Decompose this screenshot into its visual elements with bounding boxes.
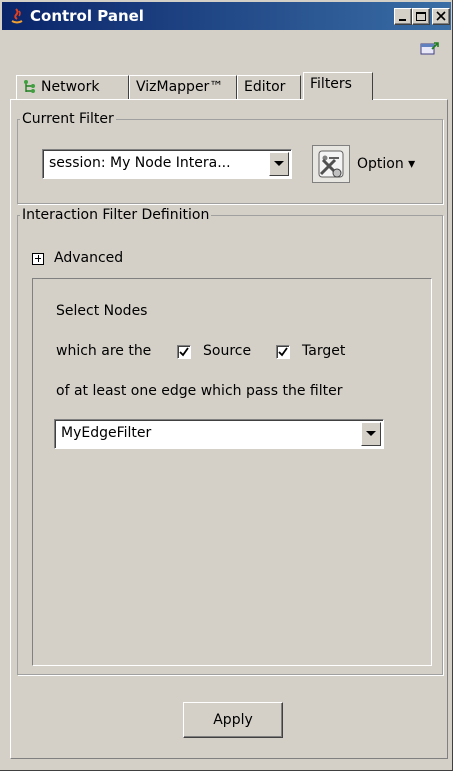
expand-plus-icon[interactable] <box>32 253 44 265</box>
control-panel-window: Control Panel Network VizMapper™ Editor … <box>0 0 453 771</box>
title-bar[interactable]: Control Panel <box>2 2 451 30</box>
minimize-button[interactable] <box>394 8 412 25</box>
tab-network-label: Network <box>41 79 100 95</box>
tab-vizmapper[interactable]: VizMapper™ <box>129 75 237 99</box>
edge-filter-select[interactable]: MyEdgeFilter <box>54 419 384 449</box>
tab-vizmapper-label: VizMapper™ <box>136 79 224 95</box>
interaction-settings-panel <box>32 278 432 666</box>
current-filter-value: session: My Node Intera... <box>49 155 231 171</box>
options-tools-icon <box>312 145 350 183</box>
interaction-filter-title: Interaction Filter Definition <box>20 207 212 223</box>
close-button[interactable] <box>432 8 450 25</box>
edge-condition-label: of at least one edge which pass the filt… <box>56 383 343 399</box>
option-button-label: Option ▾ <box>357 156 416 172</box>
network-tree-icon <box>24 80 35 93</box>
float-panel-icon[interactable] <box>420 40 440 56</box>
tab-editor-label: Editor <box>244 79 286 95</box>
tab-network[interactable]: Network <box>16 75 129 99</box>
source-label[interactable]: Source <box>203 343 251 359</box>
close-icon <box>436 11 446 21</box>
tab-filters[interactable]: Filters <box>303 72 373 100</box>
current-filter-select[interactable]: session: My Node Intera... <box>42 149 292 179</box>
option-button[interactable]: Option ▾ <box>312 145 440 183</box>
apply-button-label: Apply <box>213 712 253 728</box>
edge-filter-value: MyEdgeFilter <box>61 425 152 441</box>
java-app-icon <box>11 8 23 24</box>
target-checkbox[interactable] <box>276 345 290 359</box>
window-title: Control Panel <box>30 7 144 25</box>
advanced-label[interactable]: Advanced <box>54 250 123 266</box>
chevron-down-icon <box>366 431 376 436</box>
edge-filter-dropdown-button[interactable] <box>361 422 381 446</box>
tab-editor[interactable]: Editor <box>237 75 301 99</box>
minimize-icon <box>399 19 406 21</box>
tab-filters-label: Filters <box>310 76 352 92</box>
which-are-the-label: which are the <box>56 343 152 359</box>
maximize-icon <box>416 12 426 21</box>
apply-button[interactable]: Apply <box>183 702 283 738</box>
select-nodes-label: Select Nodes <box>56 303 148 319</box>
current-filter-title: Current Filter <box>20 111 116 127</box>
target-label[interactable]: Target <box>302 343 345 359</box>
maximize-button[interactable] <box>412 8 430 25</box>
current-filter-dropdown-button[interactable] <box>269 152 289 176</box>
source-checkbox[interactable] <box>177 345 191 359</box>
chevron-down-icon <box>274 161 284 166</box>
check-icon <box>278 347 288 357</box>
check-icon <box>179 347 189 357</box>
